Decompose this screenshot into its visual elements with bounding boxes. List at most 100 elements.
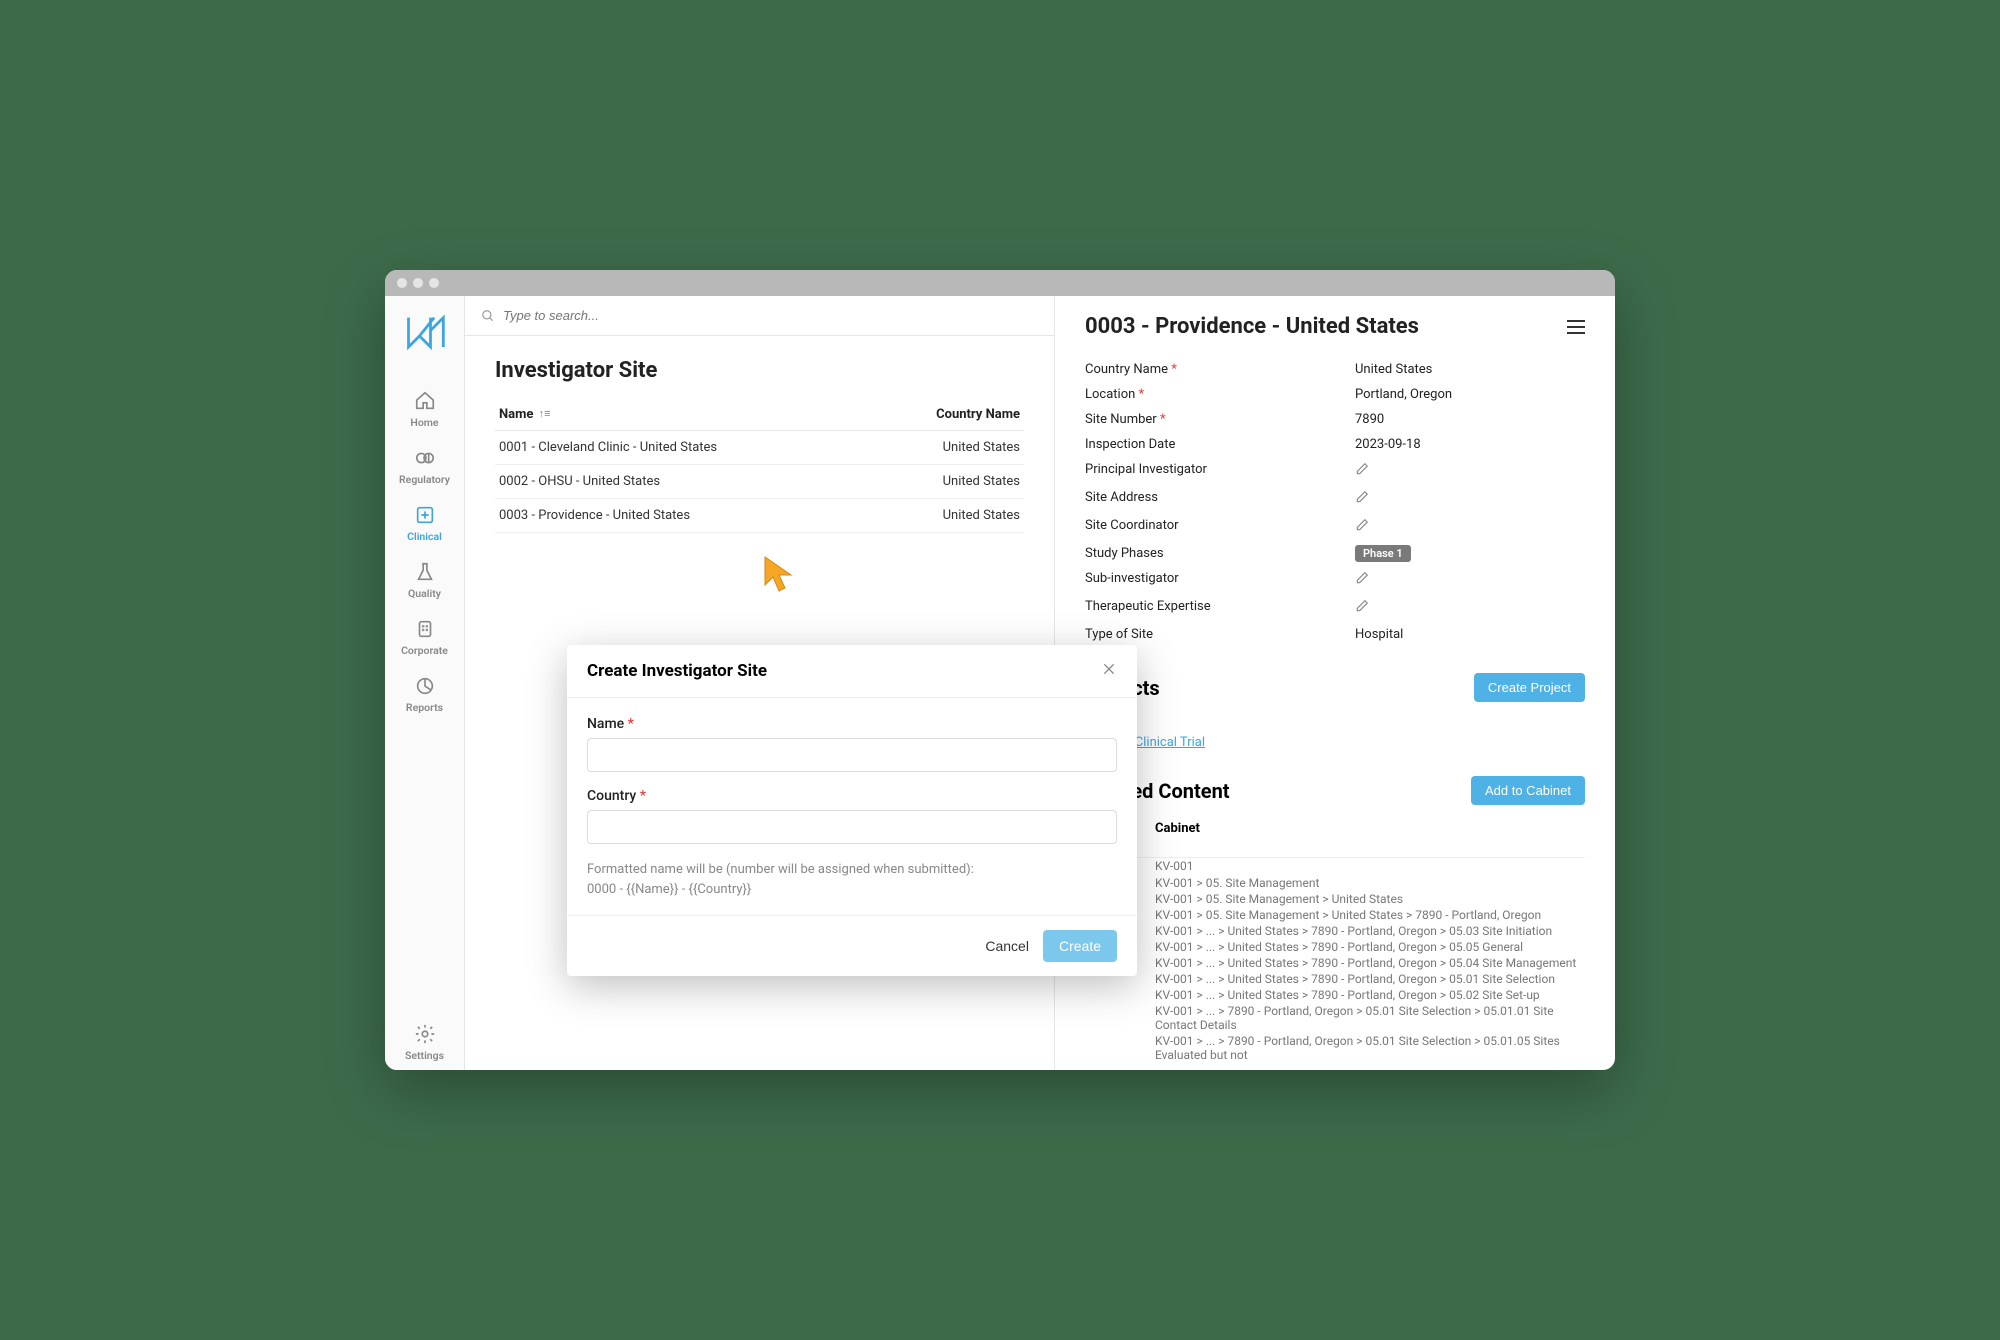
sidebar-item-reports[interactable]: Reports — [385, 665, 464, 722]
modal-title: Create Investigator Site — [587, 661, 767, 681]
edit-icon[interactable] — [1355, 490, 1585, 508]
table-row[interactable]: 0002 - OHSU - United States United State… — [495, 465, 1024, 499]
sidebar-item-label: Reports — [406, 701, 443, 714]
col-cabinet[interactable]: Cabinet — [1155, 821, 1200, 851]
related-cabinet: KV-001 > ... > United States > 7890 - Po… — [1155, 956, 1585, 970]
list-title: Investigator Site — [495, 358, 1024, 383]
related-cabinet: KV-001 > ... > United States > 7890 - Po… — [1155, 924, 1585, 938]
related-row[interactable]: KV-001 > ... > 7890 - Portland, Oregon >… — [1085, 1033, 1585, 1063]
field-value: Phase 1 — [1355, 546, 1585, 561]
related-row[interactable]: KV-001 > ... > 7890 - Portland, Oregon >… — [1085, 1003, 1585, 1033]
field-value: Hospital — [1355, 627, 1585, 642]
field-label: Therapeutic Expertise — [1085, 599, 1355, 614]
country-input[interactable] — [587, 810, 1117, 844]
cell-country: United States — [871, 465, 1024, 499]
pie-chart-icon — [414, 675, 436, 697]
window-titlebar — [385, 270, 1615, 296]
detail-panel: 0003 - Providence - United States Countr… — [1055, 296, 1615, 1070]
col-name[interactable]: Name ↑≡ — [495, 399, 871, 431]
related-row[interactable]: KV-001 > ... > United States > 7890 - Po… — [1085, 939, 1585, 955]
related-row[interactable]: SepKV-001 — [1085, 858, 1585, 875]
edit-icon[interactable] — [1355, 462, 1585, 480]
sidebar-item-clinical[interactable]: Clinical — [385, 494, 464, 551]
phase-badge: Phase 1 — [1355, 545, 1411, 562]
field-value: 2023-09-18 — [1355, 437, 1585, 452]
window-close-dot[interactable] — [397, 278, 407, 288]
edit-icon[interactable] — [1355, 518, 1585, 536]
close-icon[interactable] — [1101, 661, 1117, 681]
related-created — [1085, 988, 1125, 1002]
create-project-button[interactable]: Create Project — [1474, 673, 1585, 702]
related-row[interactable]: KV-001 > ... > United States > 7890 - Po… — [1085, 955, 1585, 971]
related-cabinet: KV-001 > ... > 7890 - Portland, Oregon >… — [1155, 1034, 1585, 1062]
add-to-cabinet-button[interactable]: Add to Cabinet — [1471, 776, 1585, 805]
menu-icon[interactable] — [1567, 320, 1585, 334]
related-created — [1085, 1034, 1125, 1062]
edit-icon[interactable] — [1355, 571, 1585, 589]
window-min-dot[interactable] — [413, 278, 423, 288]
sidebar-item-label: Settings — [405, 1049, 444, 1062]
cell-country: United States — [871, 499, 1024, 533]
cancel-button[interactable]: Cancel — [985, 938, 1029, 954]
app-logo — [403, 314, 447, 350]
flask-icon — [414, 561, 436, 583]
field-label: Inspection Date — [1085, 437, 1355, 452]
name-input[interactable] — [587, 738, 1117, 772]
field-label: Country Name * — [1085, 362, 1355, 377]
table-row[interactable]: 0003 - Providence - United States United… — [495, 499, 1024, 533]
name-label: Name * — [587, 716, 1117, 732]
related-cabinet: KV-001 > 05. Site Management > United St… — [1155, 892, 1585, 906]
field-label: Site Address — [1085, 490, 1355, 505]
related-row[interactable]: KV-001 > ... > United States > 7890 - Po… — [1085, 971, 1585, 987]
field-label: Study Phases — [1085, 546, 1355, 561]
field-label: Principal Investigator — [1085, 462, 1355, 477]
create-button[interactable]: Create — [1043, 930, 1117, 962]
sidebar-item-regulatory[interactable]: Regulatory — [385, 437, 464, 494]
projects-section: Projects Create Project Name ↓≡ Phase 1 … — [1085, 673, 1585, 750]
field-label: Site Coordinator — [1085, 518, 1355, 533]
field-label: Type of Site — [1085, 627, 1355, 642]
sidebar-item-quality[interactable]: Quality — [385, 551, 464, 608]
sort-asc-icon: ↑≡ — [539, 407, 551, 420]
field-value: Portland, Oregon — [1355, 387, 1585, 402]
related-section: Related Content Add to Cabinet Created ↑… — [1085, 776, 1585, 1063]
related-cabinet: KV-001 > ... > United States > 7890 - Po… — [1155, 972, 1585, 986]
field-label: Site Number * — [1085, 412, 1355, 427]
related-row[interactable]: KV-001 > ... > United States > 7890 - Po… — [1085, 987, 1585, 1003]
detail-title: 0003 - Providence - United States — [1085, 314, 1419, 339]
field-value: United States — [1355, 362, 1585, 377]
search-bar — [465, 296, 1054, 336]
pill-icon — [414, 447, 436, 469]
col-name[interactable]: Name ↓≡ — [1085, 712, 1585, 735]
related-row[interactable]: KV-001 > 05. Site Management > United St… — [1085, 907, 1585, 923]
related-row[interactable]: KV-001 > ... > United States > 7890 - Po… — [1085, 923, 1585, 939]
clinical-icon — [414, 504, 436, 526]
building-icon — [414, 618, 436, 640]
edit-icon[interactable] — [1355, 599, 1585, 617]
sidebar-item-label: Corporate — [401, 644, 448, 657]
table-row[interactable]: 0001 - Cleveland Clinic - United States … — [495, 431, 1024, 465]
field-label: Location * — [1085, 387, 1355, 402]
cell-name: 0001 - Cleveland Clinic - United States — [495, 431, 871, 465]
app-window: Home Regulatory Clinical Quality Corpora… — [385, 270, 1615, 1070]
sidebar-item-home[interactable]: Home — [385, 380, 464, 437]
sidebar-item-label: Quality — [408, 587, 441, 600]
sidebar-item-corporate[interactable]: Corporate — [385, 608, 464, 665]
related-cabinet: KV-001 > 05. Site Management > United St… — [1155, 908, 1585, 922]
cell-name: 0002 - OHSU - United States — [495, 465, 871, 499]
related-cabinet: KV-001 > 05. Site Management — [1155, 876, 1585, 890]
search-input[interactable] — [503, 308, 1038, 323]
col-country[interactable]: Country Name — [871, 399, 1024, 431]
cell-country: United States — [871, 431, 1024, 465]
field-label: Sub-investigator — [1085, 571, 1355, 586]
related-row[interactable]: KV-001 > 05. Site Management — [1085, 875, 1585, 891]
sidebar-item-settings[interactable]: Settings — [385, 1013, 464, 1070]
window-max-dot[interactable] — [429, 278, 439, 288]
related-cabinet: KV-001 > ... > 7890 - Portland, Oregon >… — [1155, 1004, 1585, 1032]
sidebar-item-label: Home — [410, 416, 438, 429]
home-icon — [414, 390, 436, 412]
site-table: Name ↑≡ Country Name 0001 - Cleveland Cl… — [495, 399, 1024, 533]
cell-name: 0003 - Providence - United States — [495, 499, 871, 533]
modal-hint: Formatted name will be (number will be a… — [587, 860, 1117, 899]
related-row[interactable]: KV-001 > 05. Site Management > United St… — [1085, 891, 1585, 907]
